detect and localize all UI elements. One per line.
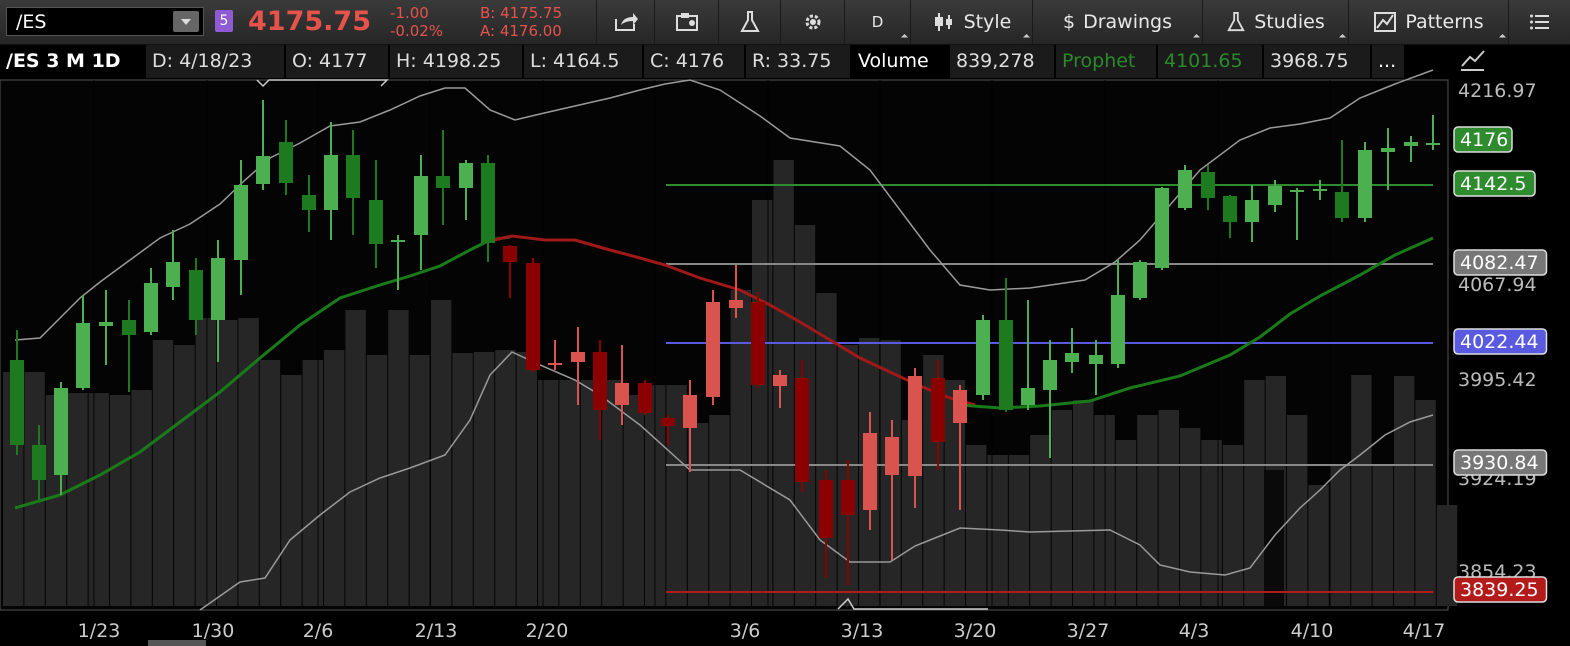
symbol-period: /ES 3 M 1D [0,45,146,78]
time-axis-label: 3/6 [730,620,761,642]
caret-icon [900,33,909,42]
patterns-label: Patterns [1405,11,1484,33]
last-price: 4175.75 [248,6,371,37]
price-chart: 4216.97 4067.94 3995.42 3924.19 3854.23 4176 4… [0,50,1548,642]
drawings-label: Drawings [1083,11,1172,33]
patterns-icon [1374,12,1397,32]
close-value: C: 4176 [644,45,746,78]
time-axis-label: 4/17 [1403,620,1446,642]
price-marker-label: 4142.5 [1460,173,1526,195]
price-marker-label: 3930.84 [1460,452,1539,474]
save-icon [675,13,698,31]
more-button[interactable]: ... [1372,45,1406,78]
symbol-selector[interactable]: /ES [6,7,204,36]
price-marker-label: 3839.25 [1460,579,1539,601]
time-axis: 1/23 1/30 2/6 2/13 2/20 3/6 3/13 3/20 3/27 4/3 4/1… [78,620,1446,642]
time-scrollbar[interactable] [148,640,206,646]
candlestick-icon [934,13,952,31]
studies-button[interactable]: Studies [1202,0,1348,44]
high-value: H: 4198.25 [390,45,524,78]
time-axis-label: 4/10 [1291,620,1334,642]
price-marker-box [1453,170,1536,197]
volume-value: 839,278 [950,45,1056,78]
share-button[interactable] [596,0,654,44]
price-marker-box [1453,449,1548,476]
prophet-value-lower: 3968.75 [1264,45,1372,78]
dollar-icon: $ [1063,11,1076,33]
drawings-button[interactable]: $ Drawings [1032,0,1202,44]
settings-button[interactable] [780,0,844,44]
price-marker-box [1453,249,1548,276]
price-axis-label: 3924.19 [1458,468,1537,490]
caret-icon [1192,33,1201,42]
flask-icon [739,11,760,32]
flask-button[interactable] [718,0,780,44]
time-axis-label: 2/20 [526,620,569,642]
menu-button[interactable] [1508,0,1570,44]
low-value: L: 4164.5 [524,45,644,78]
aggregation-button[interactable]: D [844,0,910,44]
chart-area[interactable] [0,79,1449,611]
prophet-label: Prophet [1056,45,1158,78]
price-marker-box [1453,126,1513,153]
price-axis-label: 4067.94 [1458,274,1537,296]
price-marker-box [1453,328,1548,355]
caret-icon [1022,33,1031,42]
bid-price: B: 4175.75 [480,4,563,22]
chevron-down-icon[interactable] [173,11,199,32]
patterns-button[interactable]: Patterns [1348,0,1508,44]
percent-change: -0.02% [390,22,444,40]
time-axis-label: 3/20 [954,620,997,642]
price-marker-label: 4176 [1460,129,1508,151]
caret-icon [1498,33,1507,42]
ask-price: A: 4176.00 [480,22,562,40]
price-marker-label: 4082.47 [1460,252,1539,274]
price-axis-label: 4216.97 [1458,80,1537,102]
style-label: Style [963,11,1012,33]
share-icon [614,13,638,31]
studies-label: Studies [1254,11,1325,33]
open-value: O: 4177 [286,45,390,78]
bar-date: D: 4/18/23 [146,45,286,78]
caret-icon [1338,33,1347,42]
range-value: R: 33.75 [746,45,852,78]
time-axis-label: 2/6 [303,620,334,642]
time-axis-label: 4/3 [1179,620,1210,642]
time-axis-label: 1/30 [192,620,235,642]
flask-icon [1227,11,1246,32]
symbol-input[interactable]: /ES [16,11,46,33]
volume-label: Volume [852,45,950,78]
aggregation-label: D [871,13,884,31]
time-axis-label: 3/27 [1067,620,1110,642]
price-axis: 4216.97 4067.94 3995.42 3924.19 3854.23 4176 4… [1453,80,1548,603]
price-marker-box [1453,576,1548,603]
time-axis-label: 2/13 [415,620,458,642]
menu-icon [1529,14,1549,30]
data-box: /ES 3 M 1D D: 4/18/23 O: 4177 H: 4198.25… [0,45,1448,78]
chart-toolbar: /ES 5 4175.75 -1.00 -0.02% B: 4175.75 A:… [0,0,1570,45]
time-axis-label: 3/13 [841,620,884,642]
style-button[interactable]: Style [910,0,1032,44]
gear-icon [805,14,820,30]
net-change: -1.00 [390,4,429,22]
price-marker-label: 4022.44 [1460,331,1539,353]
price-axis-label: 3854.23 [1458,561,1537,583]
price-axis-label: 3995.42 [1458,369,1537,391]
save-button[interactable] [654,0,718,44]
link-group-badge[interactable]: 5 [215,10,233,32]
drawing-tool-icon[interactable] [1461,50,1485,71]
prophet-value-upper: 4101.65 [1158,45,1264,78]
time-axis-label: 1/23 [78,620,121,642]
